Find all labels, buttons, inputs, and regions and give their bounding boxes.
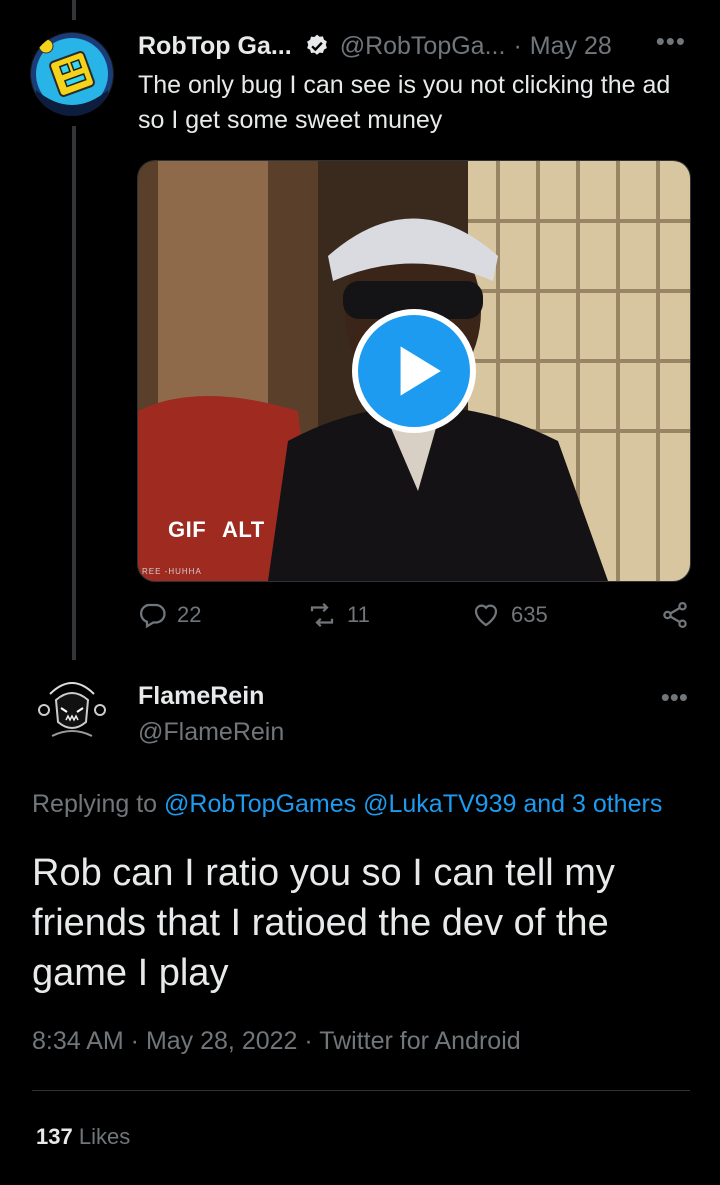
thread-line bbox=[72, 126, 76, 660]
play-button[interactable] bbox=[352, 309, 476, 433]
flamerein-avatar-image bbox=[30, 664, 114, 748]
replying-prefix: Replying to bbox=[32, 790, 158, 818]
likes-count: 137 bbox=[36, 1124, 73, 1149]
divider bbox=[32, 1090, 690, 1091]
heart-icon bbox=[474, 604, 498, 627]
verified-icon bbox=[304, 33, 330, 59]
flamerein-avatar[interactable] bbox=[30, 664, 114, 748]
replying-to-line: Replying to @RobTopGames @LukaTV939 and … bbox=[32, 790, 662, 819]
likes-stat[interactable]: 137 Likes bbox=[36, 1124, 130, 1150]
likes-label: Likes bbox=[78, 1124, 131, 1149]
gif-badge: GIF bbox=[168, 517, 207, 542]
gif-watermark: REE -HUHHA bbox=[142, 567, 202, 576]
reply-author-name[interactable]: FlameRein bbox=[138, 682, 264, 711]
mention-lukatv939[interactable]: @LukaTV939 bbox=[363, 790, 516, 818]
robtop-avatar[interactable] bbox=[30, 32, 114, 116]
alt-badge[interactable]: ALT bbox=[222, 517, 265, 543]
retweet-icon bbox=[310, 602, 334, 628]
tweet-date[interactable]: May 28 bbox=[530, 32, 612, 61]
share-action[interactable] bbox=[660, 600, 690, 630]
reply-timestamp-meta: 8:34 AM · May 28, 2022 · Twitter for And… bbox=[32, 1027, 521, 1055]
thread-line-top bbox=[72, 0, 76, 20]
mention-robtopgames[interactable]: @RobTopGames bbox=[164, 790, 356, 818]
reply-icon bbox=[140, 603, 166, 629]
tweet-text: The only bug I can see is you not clicki… bbox=[138, 71, 671, 134]
like-action[interactable]: 635 bbox=[471, 600, 548, 630]
share-icon bbox=[663, 602, 687, 628]
dot-separator: · bbox=[513, 31, 522, 60]
retweet-count: 11 bbox=[347, 602, 370, 627]
reply-text: Rob can I ratio you so I can tell my fri… bbox=[32, 852, 615, 994]
reply-count: 22 bbox=[177, 602, 202, 627]
author-handle[interactable]: @RobTopGa... bbox=[340, 32, 506, 61]
reply-author-handle[interactable]: @FlameRein bbox=[138, 718, 284, 747]
reply-more-options-icon[interactable]: ••• bbox=[661, 682, 688, 713]
reply-action[interactable]: 22 bbox=[137, 600, 201, 630]
more-options-icon[interactable]: ••• bbox=[656, 26, 686, 57]
and-others-link[interactable]: and 3 others bbox=[523, 790, 662, 818]
play-icon bbox=[400, 346, 441, 396]
geometry-dash-logo-icon bbox=[31, 33, 113, 116]
tweet-actions: 22 11 635 bbox=[137, 600, 690, 640]
tweet-header: RobTop Ga... @RobTopGa... · May 28 ••• bbox=[138, 26, 700, 66]
like-count: 635 bbox=[511, 602, 548, 627]
retweet-action[interactable]: 11 bbox=[307, 600, 370, 630]
gif-media[interactable]: GIF ALT REE -HUHHA bbox=[137, 160, 691, 582]
author-name[interactable]: RobTop Ga... bbox=[138, 32, 292, 61]
